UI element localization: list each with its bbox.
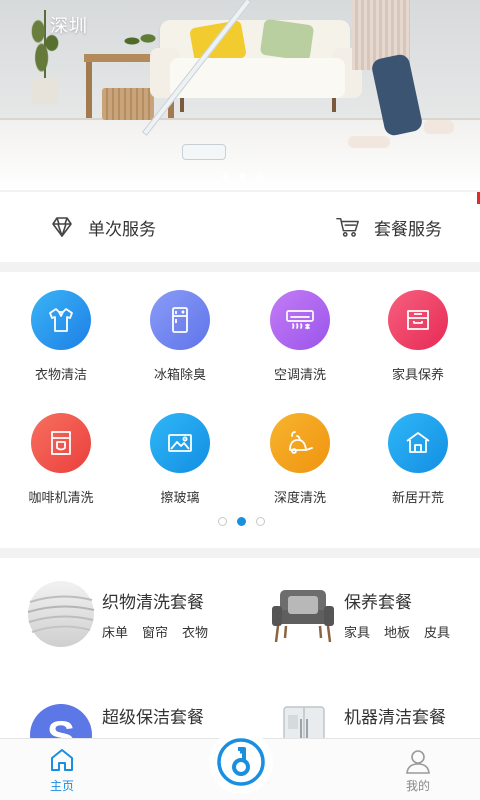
single-service-label: 单次服务 xyxy=(88,219,156,240)
banner-pager-dot[interactable] xyxy=(256,173,263,180)
shirt-icon xyxy=(31,290,91,350)
fridge-icon xyxy=(150,290,210,350)
nav-center-wrapper xyxy=(205,718,277,800)
city-selector[interactable]: 深圳 xyxy=(50,12,88,38)
package-list: 织物清洗套餐 床单 窗帘 衣物 保养套餐 家具 地板 皮具 S 超级保洁套餐 机… xyxy=(0,558,480,766)
nav-mine-label: 我的 xyxy=(405,779,430,793)
package-title: 保养套餐 xyxy=(344,593,412,613)
category-grid: 衣物清洁 冰箱除臭 空调清洗 家具保养 咖啡机清洗 擦玻璃 深度清洗 新居开荒 xyxy=(0,272,480,548)
category-label: 咖啡机清洗 xyxy=(28,491,94,506)
towels-image xyxy=(26,580,96,648)
nav-home-tab[interactable]: 主页 xyxy=(32,747,92,794)
picture-icon xyxy=(150,413,210,473)
banner-pager-dot[interactable] xyxy=(222,173,229,180)
service-type-bar: 单次服务 套餐服务 xyxy=(0,192,480,262)
category-label: 擦玻璃 xyxy=(160,491,200,506)
user-icon xyxy=(388,747,448,775)
home-icon xyxy=(32,747,92,775)
package-tags: 床单 窗帘 衣物 xyxy=(102,622,208,641)
category-label: 家具保养 xyxy=(391,368,444,383)
category-item-furniture[interactable]: 家具保养 xyxy=(358,290,478,383)
package-tag: 家具 xyxy=(344,626,371,641)
category-item-coffee-machine[interactable]: 咖啡机清洗 xyxy=(1,413,121,506)
promo-banner[interactable]: 深圳 xyxy=(0,0,480,190)
category-pager xyxy=(218,517,265,526)
coffee-machine-icon xyxy=(31,413,91,473)
app-screen: 深圳 单次服务 套餐服务 衣物清洁 冰箱除臭 空调清洗 家具保养 咖啡机清洗 擦… xyxy=(0,0,480,800)
category-label: 冰箱除臭 xyxy=(153,368,206,383)
category-label: 新居开荒 xyxy=(391,491,444,506)
category-pager-dot[interactable] xyxy=(256,517,265,526)
key-logo-icon xyxy=(217,738,265,786)
package-tag: 地板 xyxy=(384,626,411,641)
category-item-clothes[interactable]: 衣物清洁 xyxy=(1,290,121,383)
category-item-glass[interactable]: 擦玻璃 xyxy=(120,413,240,506)
drawer-icon xyxy=(388,290,448,350)
package-service-button[interactable]: 套餐服务 xyxy=(336,192,442,262)
category-label: 衣物清洁 xyxy=(34,368,87,383)
category-item-fridge[interactable]: 冰箱除臭 xyxy=(120,290,240,383)
package-title: 织物清洗套餐 xyxy=(102,593,204,613)
package-title: 超级保洁套餐 xyxy=(102,708,204,728)
category-label: 深度清洗 xyxy=(273,491,326,506)
category-item-deep-clean[interactable]: 深度清洗 xyxy=(240,413,360,506)
nav-mine-tab[interactable]: 我的 xyxy=(388,747,448,794)
package-title: 机器清洁套餐 xyxy=(344,708,446,728)
armchair-image xyxy=(268,580,338,648)
banner-pager-dot-active[interactable] xyxy=(239,173,246,180)
house-icon xyxy=(388,413,448,473)
package-tag: 衣物 xyxy=(182,626,209,641)
package-card-fabric[interactable]: 织物清洗套餐 床单 窗帘 衣物 xyxy=(0,558,240,658)
banner-pager xyxy=(222,173,263,180)
basket-illustration xyxy=(102,88,154,120)
center-action-button[interactable] xyxy=(209,730,273,794)
category-pager-dot-active[interactable] xyxy=(237,517,246,526)
package-tag: 床单 xyxy=(102,626,129,641)
package-tag: 窗帘 xyxy=(142,626,169,641)
diamond-icon xyxy=(50,215,74,239)
air-conditioner-icon xyxy=(270,290,330,350)
category-item-new-home[interactable]: 新居开荒 xyxy=(358,413,478,506)
package-service-label: 套餐服务 xyxy=(374,219,442,240)
category-pager-dot[interactable] xyxy=(218,517,227,526)
single-service-button[interactable]: 单次服务 xyxy=(50,192,156,262)
vacuum-icon xyxy=(270,413,330,473)
package-card-maintenance[interactable]: 保养套餐 家具 地板 皮具 xyxy=(242,558,480,658)
nav-home-label: 主页 xyxy=(49,779,74,793)
cart-icon xyxy=(336,215,360,239)
package-tags: 家具 地板 皮具 xyxy=(344,622,450,641)
category-label: 空调清洗 xyxy=(273,368,326,383)
category-item-aircon[interactable]: 空调清洗 xyxy=(240,290,360,383)
package-tag: 皮具 xyxy=(424,626,451,641)
